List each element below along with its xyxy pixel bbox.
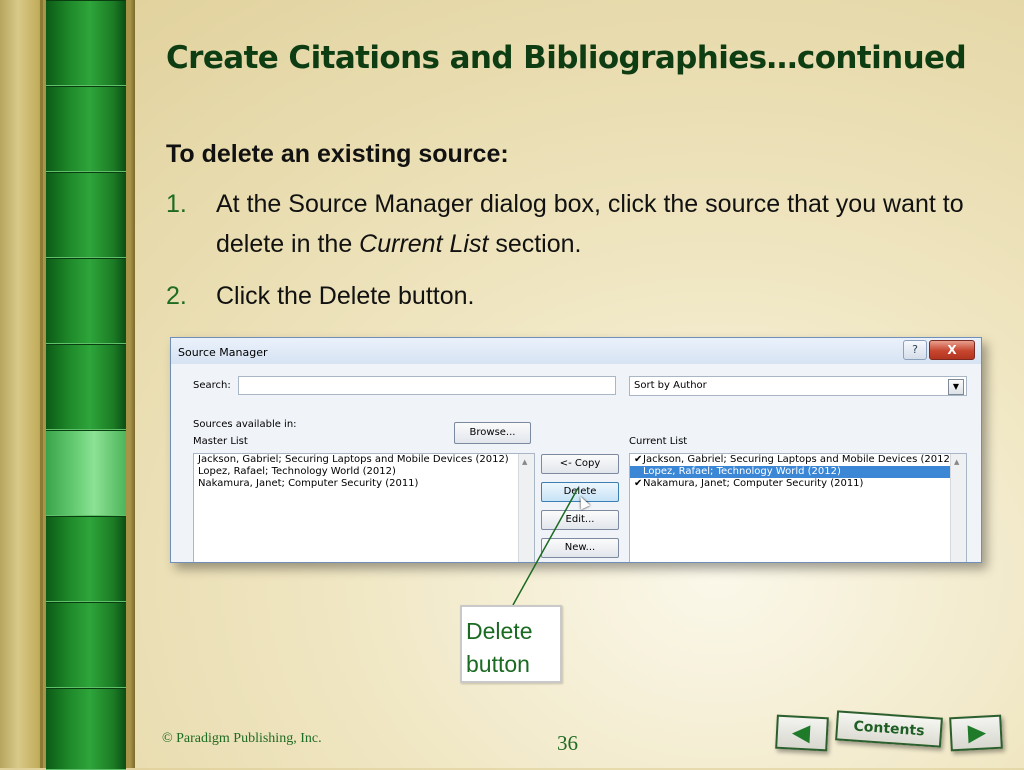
green-tile <box>46 602 126 688</box>
new-button[interactable]: New... <box>541 538 619 558</box>
browse-button[interactable]: Browse... <box>454 422 531 444</box>
sort-value: Sort by Author <box>634 380 707 391</box>
step-text: At the Source Manager dialog box, click … <box>216 184 996 264</box>
green-tile-highlight <box>46 430 126 516</box>
dialog-titlebar: Source Manager ? X <box>171 338 981 364</box>
list-item[interactable]: ✔Nakamura, Janet; Computer Security (201… <box>630 478 966 490</box>
next-slide-button[interactable] <box>949 714 1003 752</box>
step-text-emphasis: Current List <box>359 230 489 258</box>
list-item-text: Nakamura, Janet; Computer Security (2011… <box>643 478 864 489</box>
checkmark-icon: ✔ <box>634 454 643 465</box>
checkmark-icon: ✔ <box>634 478 643 489</box>
list-item[interactable]: Nakamura, Janet; Computer Security (2011… <box>194 478 534 490</box>
sort-dropdown[interactable]: Sort by Author ▼ <box>629 376 967 396</box>
page-number: 36 <box>557 731 578 755</box>
callout-text: Delete <box>466 618 533 644</box>
current-list-label: Current List <box>629 436 688 447</box>
scrollbar[interactable]: ▲ ▼ <box>518 454 534 562</box>
green-tile <box>46 172 126 258</box>
list-item-text: Jackson, Gabriel; Securing Laptops and M… <box>643 454 954 465</box>
list-item-text: Lopez, Rafael; Technology World (2012) <box>643 466 841 477</box>
green-tile <box>46 258 126 344</box>
step-text: Click the Delete button. <box>216 282 475 310</box>
master-list-box[interactable]: Jackson, Gabriel; Securing Laptops and M… <box>193 453 535 562</box>
slide-title: Create Citations and Bibliographies…cont… <box>166 40 967 76</box>
scroll-up-icon[interactable]: ▲ <box>522 458 527 466</box>
green-tile <box>46 516 126 602</box>
green-tile <box>46 688 126 770</box>
step-text-part: At the Source Manager dialog box, click … <box>216 190 964 258</box>
copyright-text: © Paradigm Publishing, Inc. <box>162 731 322 746</box>
subheading: To delete an existing source: <box>166 140 509 168</box>
step-number: 2. <box>166 282 187 310</box>
left-arrow-icon <box>791 724 811 744</box>
step-text-part: section. <box>488 230 582 258</box>
callout-text: button <box>466 651 530 677</box>
decorative-line <box>40 0 43 768</box>
chevron-down-icon[interactable]: ▼ <box>948 379 964 395</box>
list-item[interactable]: Jackson, Gabriel; Securing Laptops and M… <box>194 454 534 466</box>
step-number: 1. <box>166 190 187 218</box>
dialog-title: Source Manager <box>178 346 268 359</box>
callout-box: Delete button <box>460 605 562 683</box>
green-tile <box>46 0 126 86</box>
scroll-up-icon[interactable]: ▲ <box>954 458 959 466</box>
edit-button[interactable]: Edit... <box>541 510 619 530</box>
right-arrow-icon <box>967 724 987 744</box>
green-tile <box>46 86 126 172</box>
sources-available-label: Sources available in: <box>193 419 297 430</box>
current-list-box[interactable]: ✔Jackson, Gabriel; Securing Laptops and … <box>629 453 967 562</box>
copy-button[interactable]: <- Copy <box>541 454 619 474</box>
search-input[interactable] <box>238 376 616 395</box>
source-manager-dialog: Source Manager ? X Search: Sort by Autho… <box>170 337 982 563</box>
search-label: Search: <box>193 380 231 391</box>
previous-slide-button[interactable] <box>775 714 829 752</box>
green-tile <box>46 344 126 430</box>
list-item[interactable]: Lopez, Rafael; Technology World (2012) <box>194 466 534 478</box>
list-item[interactable]: ✔Jackson, Gabriel; Securing Laptops and … <box>630 454 966 466</box>
list-item-selected[interactable]: Lopez, Rafael; Technology World (2012) <box>630 466 950 478</box>
master-list-label: Master List <box>193 436 248 447</box>
contents-button[interactable]: Contents <box>835 710 943 748</box>
scrollbar[interactable]: ▲ ▼ <box>950 454 966 562</box>
help-button[interactable]: ? <box>903 340 927 360</box>
close-button[interactable]: X <box>929 340 975 360</box>
